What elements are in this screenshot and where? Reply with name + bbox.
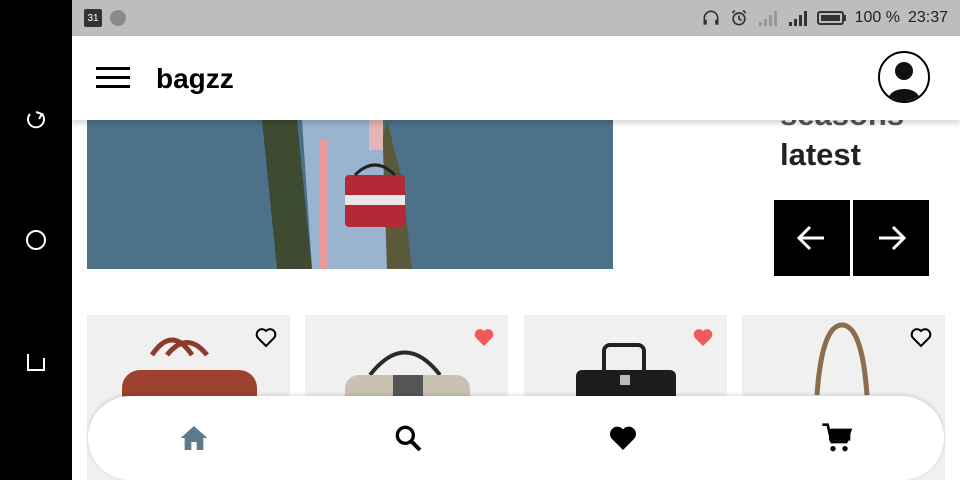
back-icon[interactable] — [24, 108, 48, 132]
cart-icon[interactable] — [821, 422, 853, 454]
system-nav-bar — [0, 0, 72, 480]
status-right: 100 % 23:37 — [701, 8, 948, 28]
status-left: 31 — [84, 9, 126, 27]
status-bar: 31 100 % 23:37 — [72, 0, 960, 36]
alarm-icon — [731, 9, 746, 26]
calendar-icon: 31 — [84, 9, 102, 27]
search-icon[interactable] — [392, 422, 424, 454]
notification-dot-icon — [110, 10, 126, 26]
app-title: bagzz — [156, 63, 234, 94]
signal-weak-icon — [758, 11, 777, 26]
signal-icon — [788, 11, 807, 26]
hero-heading-line2: latest — [780, 137, 861, 172]
clock: 23:37 — [907, 9, 948, 26]
favorites-icon[interactable] — [607, 422, 639, 454]
headphones-icon — [703, 10, 719, 25]
battery-text: 100 % — [854, 9, 900, 26]
bottom-nav-bar — [88, 396, 944, 480]
home-circle-icon[interactable] — [24, 228, 48, 252]
next-button[interactable] — [853, 200, 929, 276]
hero-heading-line1: seasons — [780, 120, 904, 135]
app-bar: bagzz — [72, 36, 960, 120]
favorite-heart-filled-icon[interactable] — [472, 325, 496, 349]
home-icon[interactable] — [178, 422, 210, 454]
arrow-right-icon — [879, 225, 907, 251]
recents-icon[interactable] — [24, 350, 48, 374]
favorite-heart-filled-icon[interactable] — [691, 325, 715, 349]
hero-heading: seasons latest — [780, 120, 904, 175]
favorite-heart-outline-icon[interactable] — [254, 325, 278, 349]
hero-image[interactable] — [87, 120, 613, 269]
arrow-left-icon — [796, 225, 824, 251]
battery-icon — [816, 11, 846, 25]
hamburger-menu-icon[interactable] — [96, 66, 130, 90]
user-avatar-icon[interactable] — [878, 51, 930, 103]
calendar-day: 31 — [87, 13, 99, 24]
favorite-heart-outline-icon[interactable] — [909, 325, 933, 349]
prev-button[interactable] — [774, 200, 850, 276]
